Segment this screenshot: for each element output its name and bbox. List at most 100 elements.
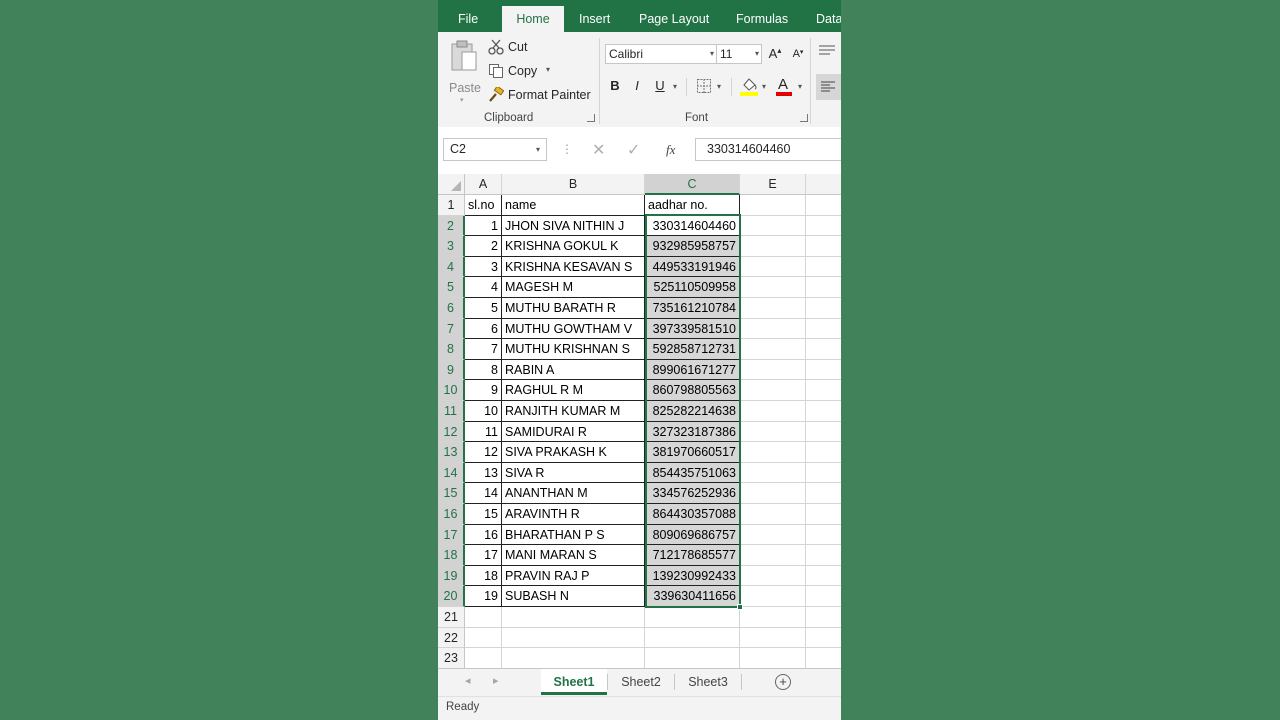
empty-cell[interactable] bbox=[740, 319, 806, 339]
aadhar-cell[interactable]: 334576252936 bbox=[645, 483, 740, 504]
aadhar-cell[interactable]: 860798805563 bbox=[645, 380, 740, 401]
empty-cell[interactable] bbox=[806, 257, 841, 277]
sl-no-cell[interactable]: 4 bbox=[465, 277, 502, 298]
aadhar-cell[interactable]: 327323187386 bbox=[645, 422, 740, 442]
empty-cell[interactable] bbox=[806, 339, 841, 360]
underline-button[interactable]: U bbox=[653, 78, 667, 93]
font-dialog-launcher-icon[interactable] bbox=[800, 114, 808, 122]
empty-cell[interactable] bbox=[740, 339, 806, 360]
aadhar-cell[interactable]: 139230992433 bbox=[645, 566, 740, 586]
font-size-combo[interactable]: 11 ▾ bbox=[717, 44, 762, 64]
row-header[interactable]: 20 bbox=[438, 586, 465, 607]
row-header[interactable]: 23 bbox=[438, 648, 465, 669]
sl-no-cell[interactable]: 18 bbox=[465, 566, 502, 586]
empty-cell[interactable] bbox=[806, 545, 841, 566]
name-cell[interactable]: JHON SIVA NITHIN J bbox=[502, 216, 645, 236]
empty-cell[interactable] bbox=[740, 545, 806, 566]
header-cell[interactable]: name bbox=[502, 195, 645, 216]
empty-cell[interactable] bbox=[740, 525, 806, 545]
empty-cell[interactable] bbox=[740, 463, 806, 483]
row-header[interactable]: 12 bbox=[438, 422, 465, 442]
empty-cell[interactable] bbox=[806, 504, 841, 525]
empty-cell[interactable] bbox=[806, 319, 841, 339]
fill-handle[interactable] bbox=[737, 604, 743, 610]
empty-cell[interactable] bbox=[740, 401, 806, 422]
cancel-formula-icon[interactable]: ✕ bbox=[592, 140, 605, 160]
row-header[interactable]: 15 bbox=[438, 483, 465, 504]
empty-cell[interactable] bbox=[740, 380, 806, 401]
header-cell[interactable]: aadhar no. bbox=[645, 195, 740, 216]
formula-input[interactable]: 330314604460 bbox=[695, 138, 841, 161]
font-name-combo[interactable]: Calibri ▾ bbox=[605, 44, 717, 64]
empty-cell[interactable] bbox=[806, 216, 841, 236]
name-cell[interactable]: MUTHU GOWTHAM V bbox=[502, 319, 645, 339]
name-cell[interactable]: SIVA PRAKASH K bbox=[502, 442, 645, 463]
row-header[interactable]: 10 bbox=[438, 380, 465, 401]
empty-cell[interactable] bbox=[806, 628, 841, 648]
name-cell[interactable]: BHARATHAN P S bbox=[502, 525, 645, 545]
name-cell[interactable]: KRISHNA GOKUL K bbox=[502, 236, 645, 257]
decrease-font-size-button[interactable]: A▾ bbox=[791, 48, 805, 60]
empty-cell[interactable] bbox=[806, 195, 841, 216]
empty-cell[interactable] bbox=[502, 648, 645, 669]
empty-cell[interactable] bbox=[740, 504, 806, 525]
sl-no-cell[interactable]: 16 bbox=[465, 525, 502, 545]
sl-no-cell[interactable]: 19 bbox=[465, 586, 502, 607]
sheet-nav-left-icon[interactable]: ◂ bbox=[465, 674, 471, 687]
row-header[interactable]: 9 bbox=[438, 360, 465, 380]
row-header[interactable]: 2 bbox=[438, 216, 465, 236]
name-cell[interactable]: SIVA R bbox=[502, 463, 645, 483]
tab-home[interactable]: Home bbox=[502, 6, 564, 32]
sheet-tab-sheet1[interactable]: Sheet1 bbox=[541, 669, 607, 695]
aadhar-cell[interactable]: 525110509958 bbox=[645, 277, 740, 298]
name-box[interactable]: C2 ▾ bbox=[443, 138, 547, 161]
aadhar-cell[interactable]: 899061671277 bbox=[645, 360, 740, 380]
sl-no-cell[interactable]: 3 bbox=[465, 257, 502, 277]
sheet-tab-sheet2[interactable]: Sheet2 bbox=[608, 669, 674, 695]
empty-cell[interactable] bbox=[806, 586, 841, 607]
name-cell[interactable]: RABIN A bbox=[502, 360, 645, 380]
aadhar-cell[interactable]: 330314604460 bbox=[645, 216, 740, 236]
empty-cell[interactable] bbox=[806, 483, 841, 504]
sheet-tab-sheet3[interactable]: Sheet3 bbox=[675, 669, 741, 695]
empty-cell[interactable] bbox=[740, 422, 806, 442]
empty-cell[interactable] bbox=[740, 277, 806, 298]
sl-no-cell[interactable]: 13 bbox=[465, 463, 502, 483]
empty-cell[interactable] bbox=[645, 648, 740, 669]
empty-cell[interactable] bbox=[806, 463, 841, 483]
name-cell[interactable]: RANJITH KUMAR M bbox=[502, 401, 645, 422]
italic-button[interactable]: I bbox=[630, 78, 644, 93]
column-header-a[interactable]: A bbox=[465, 174, 502, 195]
wrap-text-icon[interactable] bbox=[818, 44, 836, 56]
row-header[interactable]: 6 bbox=[438, 298, 465, 319]
empty-cell[interactable] bbox=[740, 236, 806, 257]
empty-cell[interactable] bbox=[806, 360, 841, 380]
empty-cell[interactable] bbox=[740, 360, 806, 380]
row-header[interactable]: 16 bbox=[438, 504, 465, 525]
sl-no-cell[interactable]: 5 bbox=[465, 298, 502, 319]
borders-icon[interactable] bbox=[697, 79, 711, 93]
underline-dropdown-icon[interactable]: ▾ bbox=[673, 82, 677, 91]
aadhar-cell[interactable]: 712178685577 bbox=[645, 545, 740, 566]
add-sheet-icon[interactable]: + bbox=[775, 674, 791, 690]
tab-insert[interactable]: Insert bbox=[579, 0, 610, 32]
empty-cell[interactable] bbox=[806, 380, 841, 401]
row-header[interactable]: 13 bbox=[438, 442, 465, 463]
empty-cell[interactable] bbox=[740, 298, 806, 319]
empty-cell[interactable] bbox=[740, 586, 806, 607]
aadhar-cell[interactable]: 932985958757 bbox=[645, 236, 740, 257]
row-header[interactable]: 21 bbox=[438, 607, 465, 628]
sl-no-cell[interactable]: 8 bbox=[465, 360, 502, 380]
sl-no-cell[interactable]: 17 bbox=[465, 545, 502, 566]
tab-page-layout[interactable]: Page Layout bbox=[639, 0, 709, 32]
empty-cell[interactable] bbox=[740, 566, 806, 586]
sl-no-cell[interactable]: 10 bbox=[465, 401, 502, 422]
column-header-c[interactable]: C bbox=[645, 174, 740, 195]
font-color-button[interactable]: A bbox=[776, 76, 792, 96]
empty-cell[interactable] bbox=[502, 628, 645, 648]
sl-no-cell[interactable]: 9 bbox=[465, 380, 502, 401]
empty-cell[interactable] bbox=[740, 442, 806, 463]
empty-cell[interactable] bbox=[740, 483, 806, 504]
empty-cell[interactable] bbox=[740, 216, 806, 236]
aadhar-cell[interactable]: 809069686757 bbox=[645, 525, 740, 545]
